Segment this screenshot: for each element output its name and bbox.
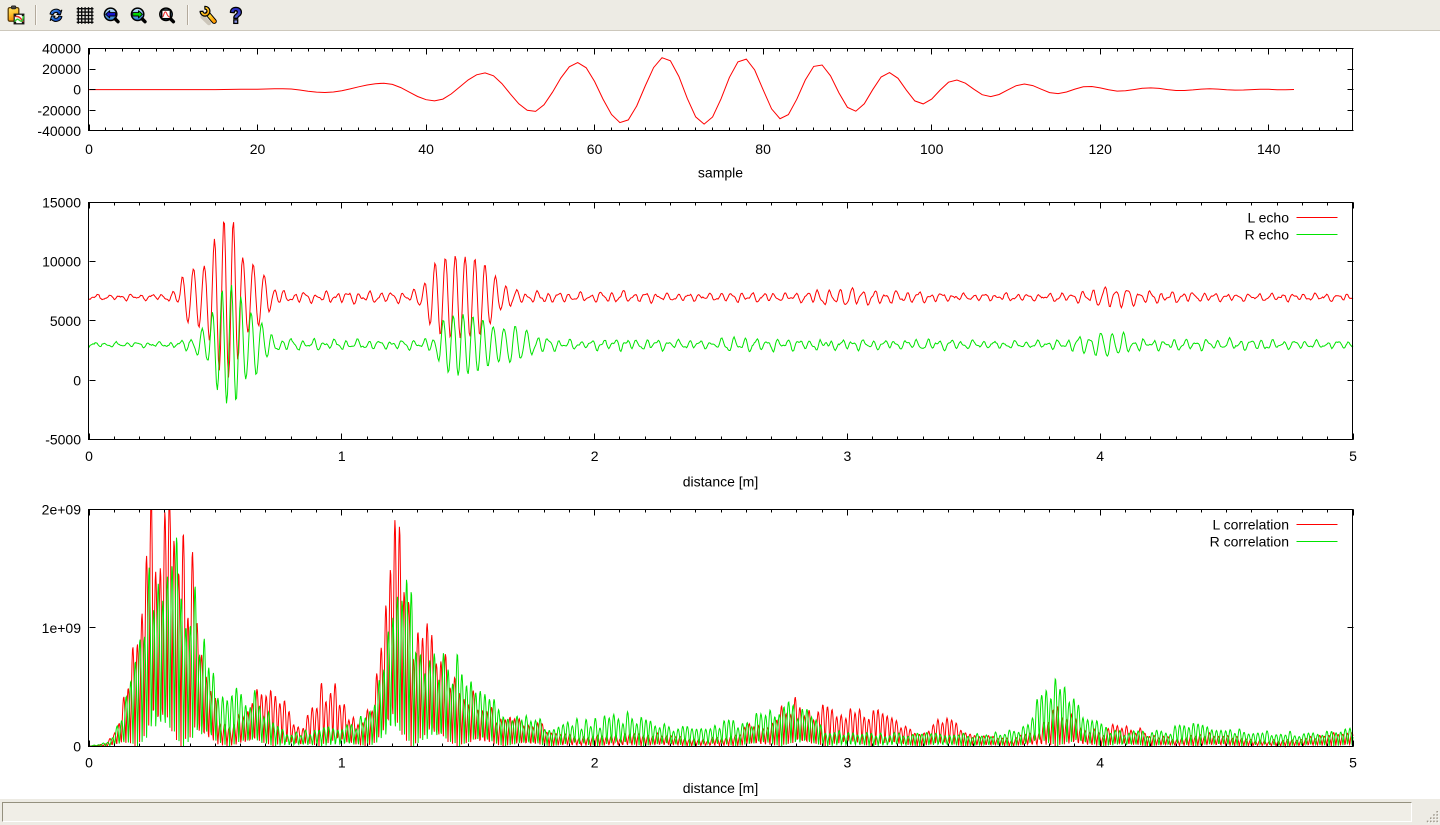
svg-text:4: 4 <box>1096 448 1104 464</box>
svg-text:5: 5 <box>1349 754 1357 770</box>
svg-text:2: 2 <box>591 448 599 464</box>
svg-text:120: 120 <box>1089 141 1113 157</box>
svg-text:15000: 15000 <box>42 194 81 210</box>
svg-text:4: 4 <box>1096 754 1104 770</box>
svg-text:distance [m]: distance [m] <box>683 473 758 489</box>
svg-text:L correlation: L correlation <box>1212 516 1289 532</box>
svg-text:5: 5 <box>1349 448 1357 464</box>
svg-text:R echo: R echo <box>1245 227 1290 243</box>
svg-text:80: 80 <box>755 141 771 157</box>
svg-text:5000: 5000 <box>50 313 81 329</box>
svg-text:0: 0 <box>73 82 81 98</box>
svg-text:distance [m]: distance [m] <box>683 780 758 796</box>
svg-text:0: 0 <box>85 754 93 770</box>
svg-text:0: 0 <box>85 448 93 464</box>
svg-text:100: 100 <box>920 141 944 157</box>
svg-text:-5000: -5000 <box>45 432 81 448</box>
svg-text:0: 0 <box>73 372 81 388</box>
svg-text:40: 40 <box>418 141 434 157</box>
svg-text:R correlation: R correlation <box>1210 533 1289 549</box>
svg-text:-20000: -20000 <box>37 102 81 118</box>
svg-text:-40000: -40000 <box>37 123 81 139</box>
svg-text:3: 3 <box>844 448 852 464</box>
svg-text:0: 0 <box>73 738 81 754</box>
svg-text:10000: 10000 <box>42 254 81 270</box>
svg-text:2e+09: 2e+09 <box>42 502 82 518</box>
svg-text:1: 1 <box>338 754 346 770</box>
svg-text:L echo: L echo <box>1247 210 1289 226</box>
svg-text:0: 0 <box>85 141 93 157</box>
svg-text:2: 2 <box>591 754 599 770</box>
svg-text:3: 3 <box>844 754 852 770</box>
svg-text:40000: 40000 <box>42 41 81 57</box>
svg-text:1: 1 <box>338 448 346 464</box>
svg-text:140: 140 <box>1257 141 1281 157</box>
svg-text:20: 20 <box>250 141 266 157</box>
svg-text:sample: sample <box>698 165 743 181</box>
svg-text:1e+09: 1e+09 <box>42 620 82 636</box>
svg-text:60: 60 <box>587 141 603 157</box>
svg-text:20000: 20000 <box>42 61 81 77</box>
